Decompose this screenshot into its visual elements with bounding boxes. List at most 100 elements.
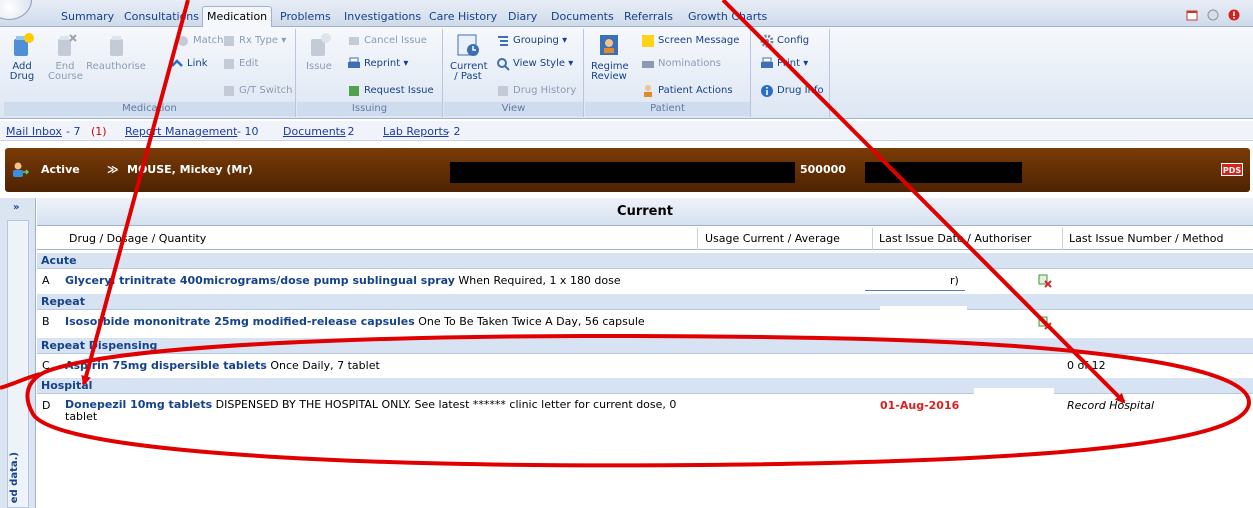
tab-documents[interactable]: Documents — [547, 9, 618, 27]
row-letter: A — [42, 274, 50, 287]
request-issue-icon — [349, 86, 359, 96]
mail-unread-count: (1) — [91, 125, 107, 138]
side-panel-expand-icon[interactable]: » — [13, 202, 19, 213]
documents-link[interactable]: Documents — [283, 125, 346, 138]
drug-name: Isosorbide mononitrate 25mg modified-rel… — [65, 315, 415, 328]
column-last-issue-number[interactable]: Last Issue Number / Method — [1069, 232, 1224, 245]
tools-group: Config Print ▾ Drug Info — [752, 29, 830, 117]
printer-icon — [348, 57, 360, 68]
side-panel-tab[interactable]: ed data.) — [7, 220, 29, 508]
restore-window-icon[interactable] — [1186, 9, 1198, 21]
edit-button[interactable]: Edit — [222, 56, 258, 72]
reprint-button[interactable]: Reprint ▾ — [347, 56, 408, 72]
reauthorise-icon — [110, 36, 123, 56]
grid-column-header: Drug / Dosage / Quantity Usage Current /… — [37, 228, 1253, 250]
current-past-button[interactable]: Current / Past — [450, 31, 488, 82]
side-panel-label: ed data.) — [9, 451, 20, 503]
patient-number: 500000 — [800, 163, 846, 176]
link-button[interactable]: Link — [170, 56, 207, 72]
tab-care-history[interactable]: Care History — [425, 9, 501, 27]
mail-inbox-link[interactable]: Mail Inbox — [6, 125, 62, 138]
request-issue-button[interactable]: Request Issue — [347, 83, 434, 99]
table-row[interactable]: D Donepezil 10mg tablets DISPENSED BY TH… — [37, 395, 1253, 431]
rx-type-button[interactable]: Rx Type ▾ — [222, 33, 286, 49]
current-past-icon — [457, 34, 479, 56]
tab-referrals[interactable]: Referrals — [620, 9, 677, 27]
match-button[interactable]: Match — [176, 33, 224, 49]
section-header-acute[interactable]: Acute — [37, 253, 1253, 269]
excel-cross-icon[interactable] — [1038, 316, 1052, 330]
side-panel: » ed data.) — [0, 198, 36, 508]
drug-name: Glyceryl trinitrate 400micrograms/dose p… — [65, 274, 455, 287]
grouping-button[interactable]: Grouping ▾ — [496, 33, 567, 49]
end-course-button[interactable]: End Course — [48, 31, 83, 82]
column-drug[interactable]: Drug / Dosage / Quantity — [69, 232, 206, 245]
edit-icon — [224, 59, 234, 69]
issue-button[interactable]: Issue — [303, 31, 335, 72]
reauthorise-button[interactable]: Reauthorise — [86, 31, 146, 72]
regime-review-button[interactable]: Regime Review — [591, 31, 629, 82]
gear-icon — [760, 34, 774, 48]
application-menu-button[interactable] — [0, 0, 32, 20]
row-description: Isosorbide mononitrate 25mg modified-rel… — [65, 315, 645, 328]
drug-history-button[interactable]: Drug History — [496, 83, 576, 99]
patient-group-label: Patient — [585, 102, 750, 116]
section-header-hospital[interactable]: Hospital — [37, 378, 1253, 394]
issuing-group: Issue Cancel Issue Reprint ▾ Request Iss… — [297, 29, 443, 117]
column-usage[interactable]: Usage Current / Average — [705, 232, 840, 245]
tab-growth-charts[interactable]: Growth Charts — [684, 9, 771, 27]
section-header-repeat[interactable]: Repeat — [37, 294, 1253, 310]
tab-problems[interactable]: Problems — [276, 9, 335, 27]
tab-diary[interactable]: Diary — [504, 9, 541, 27]
patient-banner: Active ≫ MOUSE, Mickey (Mr) 500000 PDS — [5, 148, 1250, 192]
view-style-icon — [497, 58, 510, 71]
row-letter: C — [42, 359, 50, 372]
drug-dosage: Once Daily, 7 tablet — [266, 359, 380, 372]
mail-inbox-count: - 7 — [66, 125, 81, 138]
report-management-link[interactable]: Report Management — [125, 125, 237, 138]
rx-type-icon — [224, 36, 234, 46]
notification-bar: Mail Inbox - 7 (1) Report Management - 1… — [0, 121, 1253, 141]
row-letter: B — [42, 315, 50, 328]
report-management-count: - 10 — [237, 125, 259, 138]
tab-investigations[interactable]: Investigations — [340, 9, 425, 27]
grouping-icon — [498, 36, 508, 46]
nominations-button[interactable]: Nominations — [641, 56, 721, 72]
medication-grid: Current Drug / Dosage / Quantity Usage C… — [37, 198, 1253, 508]
alert-icon[interactable] — [1228, 9, 1240, 21]
screen-message-button[interactable]: Screen Message — [641, 33, 739, 49]
tab-summary[interactable]: Summary — [57, 9, 118, 27]
print-button[interactable]: Print ▾ — [760, 56, 808, 72]
patient-banner-expand-icon[interactable]: ≫ — [107, 163, 119, 176]
table-row[interactable]: A Glyceryl trinitrate 400micrograms/dose… — [37, 270, 1253, 292]
help-icon[interactable] — [1207, 9, 1219, 21]
table-row[interactable]: B Isosorbide mononitrate 25mg modified-r… — [37, 306, 1253, 335]
pds-badge[interactable]: PDS — [1221, 163, 1243, 176]
table-row[interactable]: C Aspirin 75mg dispersible tablets Once … — [37, 355, 1253, 377]
patient-group: Regime Review Screen Message Nominations … — [585, 29, 751, 117]
section-header-repeat-dispensing[interactable]: Repeat Dispensing — [37, 338, 1253, 354]
excel-cross-icon[interactable] — [1038, 274, 1052, 288]
gt-switch-button[interactable]: G/T Switch — [222, 83, 292, 99]
tab-consultations[interactable]: Consultations — [120, 9, 203, 27]
lab-reports-link[interactable]: Lab Reports — [383, 125, 449, 138]
tab-medication[interactable]: Medication — [202, 6, 273, 27]
authoriser-fragment: r) — [950, 274, 959, 287]
medication-group-label: Medication — [4, 102, 295, 116]
ribbon-tab-bar: Summary Consultations Medication Problem… — [0, 0, 1253, 27]
add-drug-button[interactable]: Add Drug — [6, 31, 38, 82]
redacted-demographics — [450, 162, 795, 183]
view-style-button[interactable]: View Style ▾ — [496, 56, 573, 72]
printer-icon — [761, 57, 773, 68]
issue-method: Record Hospital — [1067, 399, 1155, 412]
patient-actions-button[interactable]: Patient Actions — [641, 83, 733, 99]
drug-info-button[interactable]: Drug Info — [760, 83, 824, 99]
drug-name: Aspirin 75mg dispersible tablets — [65, 359, 267, 372]
column-last-issue-date[interactable]: Last Issue Date / Authoriser — [879, 232, 1031, 245]
issue-number: 0 of 12 — [1067, 359, 1106, 372]
cancel-issue-button[interactable]: Cancel Issue — [347, 33, 427, 49]
lab-reports-count: - 2 — [446, 125, 461, 138]
cancel-issue-icon — [349, 37, 359, 45]
grid-title: Current — [37, 198, 1253, 226]
config-button[interactable]: Config — [760, 33, 809, 49]
